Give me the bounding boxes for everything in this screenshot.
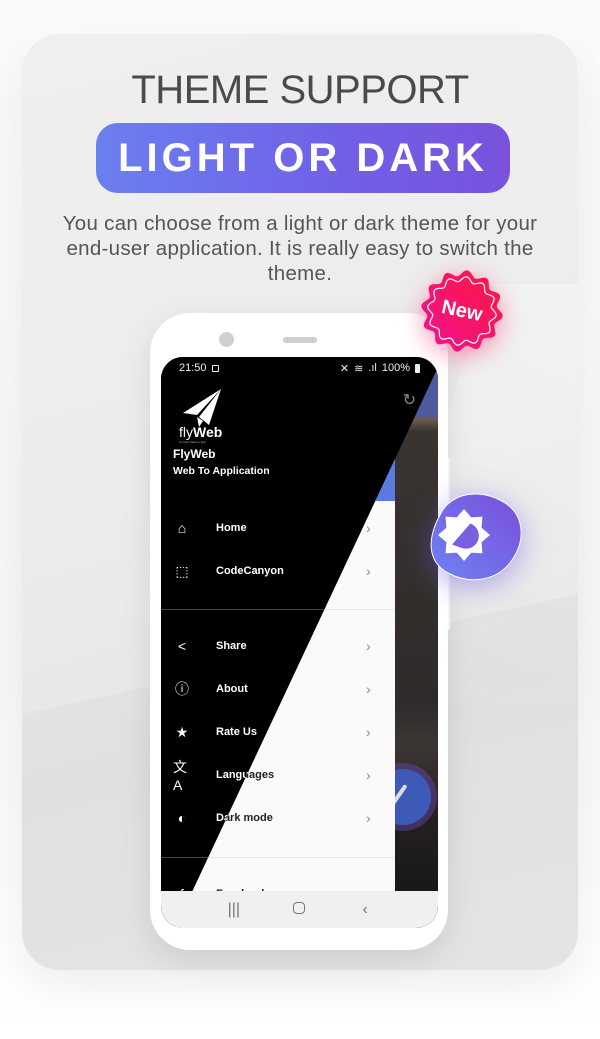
battery-level: 100%	[381, 362, 410, 374]
codecanyon-icon: ⬚	[175, 562, 189, 579]
translate-icon: 文A	[173, 759, 187, 793]
info-icon: ⓘ	[175, 681, 189, 697]
drawer-item-label: About	[216, 683, 248, 695]
phone-screen: 21:50 ✕ ≋ .ıl 100% ↻ FlyWeb Web To Applicat…	[161, 357, 438, 928]
new-badge-label: New	[439, 295, 485, 326]
drawer-item-label: CodeCanyon	[216, 565, 284, 577]
home-circle-icon	[293, 901, 306, 914]
logo-wordmark: flyWeb	[179, 424, 222, 440]
feature-highlight-text: LIGHT OR DARK	[118, 135, 488, 180]
drawer-item-label: Rate Us	[216, 726, 257, 738]
drawer-item-label: Home	[216, 522, 247, 534]
android-navigation-bar: ||| ‹	[161, 891, 438, 928]
new-badge: New	[418, 268, 506, 354]
phone-camera	[219, 332, 234, 347]
status-time: 21:50	[179, 362, 207, 374]
star-icon: ★	[175, 723, 189, 740]
brightness-auto-icon	[430, 493, 522, 581]
theme-mode-badge	[420, 485, 526, 585]
phone-mockup: 21:50 ✕ ≋ .ıl 100% ↻ FlyWeb Web To Applicat…	[150, 313, 448, 950]
chevron-right-icon: ›	[366, 563, 371, 579]
brightness-icon: ◐	[177, 810, 187, 826]
notification-icon	[211, 364, 219, 372]
drawer-item-label: Share	[216, 640, 247, 652]
app-name: FlyWeb	[173, 447, 216, 461]
logo-tagline: Convert Web to App	[179, 440, 206, 444]
chevron-right-icon: ›	[366, 767, 371, 783]
recents-button[interactable]: |||	[219, 901, 249, 919]
signal-icon: .ıl	[368, 362, 377, 374]
status-bar: 21:50 ✕ ≋ .ıl 100%	[161, 357, 438, 379]
feature-title: THEME SUPPORT	[131, 68, 469, 112]
chevron-right-icon: ›	[366, 520, 371, 536]
chevron-right-icon: ›	[366, 724, 371, 740]
home-button[interactable]	[284, 901, 314, 919]
refresh-icon[interactable]: ↻	[403, 390, 416, 410]
chevron-right-icon: ›	[366, 681, 371, 697]
chevron-right-icon: ›	[366, 810, 371, 826]
wifi-icon: ≋	[354, 362, 364, 375]
logo-suffix: Web	[193, 424, 223, 440]
app-tagline: Web To Application	[173, 465, 270, 477]
battery-icon	[415, 363, 420, 373]
logo-prefix: fly	[179, 424, 193, 440]
home-icon: ⌂	[177, 520, 187, 536]
feature-highlight-pill: LIGHT OR DARK	[96, 123, 510, 193]
phone-speaker	[283, 337, 317, 343]
chevron-right-icon: ›	[366, 638, 371, 654]
mute-icon: ✕	[339, 362, 350, 375]
share-icon: <	[177, 638, 187, 654]
back-button[interactable]: ‹	[350, 901, 380, 919]
